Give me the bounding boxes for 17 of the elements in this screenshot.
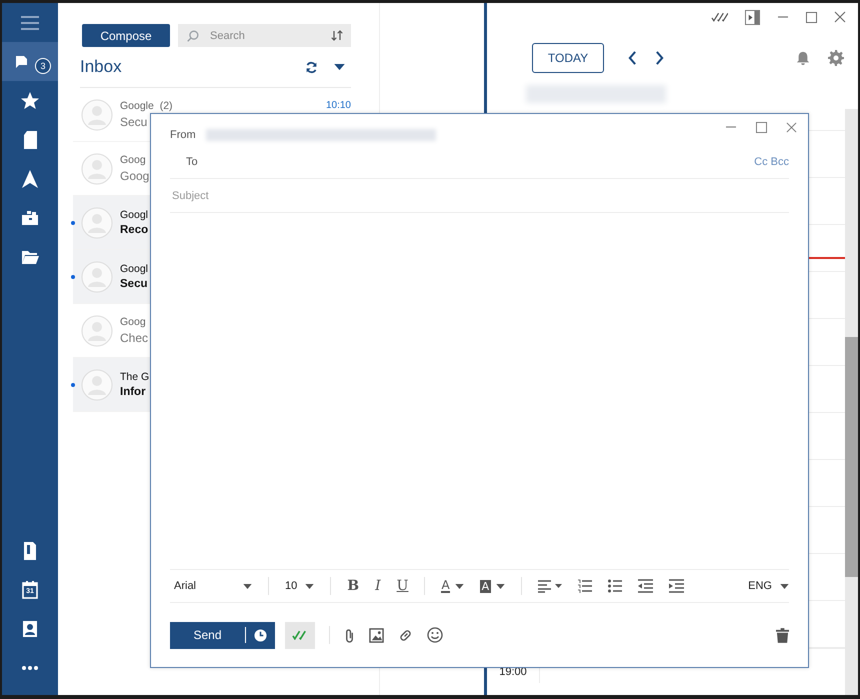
unread-badge: 3: [35, 58, 51, 74]
message-time: 10:10: [326, 100, 351, 112]
from-label: From: [170, 129, 196, 141]
message-subject: Reco: [120, 224, 150, 236]
sender-name: Goog: [120, 316, 146, 328]
message-subject: Goog: [120, 169, 150, 183]
message-subject: Secu: [120, 115, 148, 129]
to-label: To: [186, 156, 198, 168]
sender-name: Googl: [120, 209, 148, 221]
message-subject: Infor: [120, 386, 147, 398]
folder-title: Inbox: [80, 57, 122, 77]
sender-name: The G: [120, 371, 150, 383]
sender-name: Goog: [120, 154, 146, 166]
sender-name: Google (2): [120, 100, 173, 112]
message-subject: Secu: [120, 278, 148, 290]
message-subject: Chec: [120, 331, 150, 345]
sender-name: Googl: [120, 263, 148, 275]
